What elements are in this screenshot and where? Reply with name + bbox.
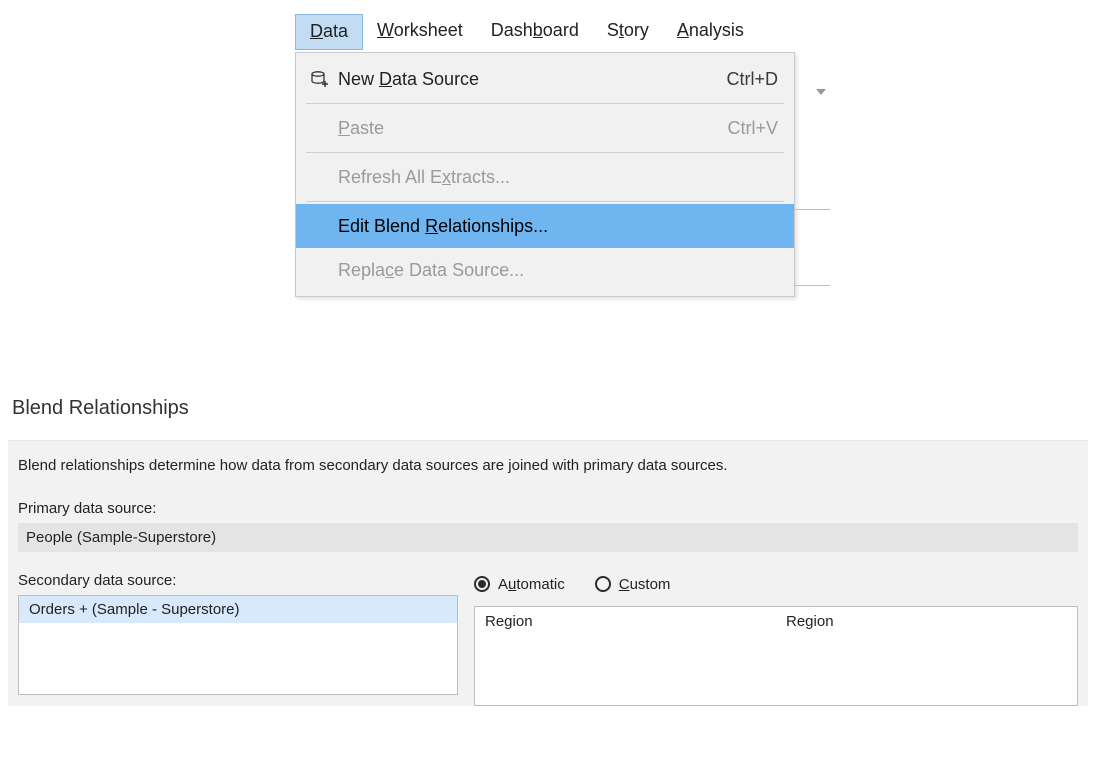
dropdown-side-arrow-icon xyxy=(816,89,826,95)
menu-item-label: Paste xyxy=(334,118,727,139)
primary-data-source-label: Primary data source: xyxy=(18,500,1078,517)
datasource-add-icon xyxy=(306,69,334,89)
menu-story[interactable]: Story xyxy=(593,14,663,50)
list-item[interactable]: Orders + (Sample - Superstore) xyxy=(19,596,457,623)
decorative-line xyxy=(794,285,830,286)
menu-item-edit-blend-relationships[interactable]: Edit Blend Relationships... xyxy=(296,204,794,248)
dialog-body: Blend relationships determine how data f… xyxy=(8,440,1088,706)
data-dropdown-menu: New Data Source Ctrl+D Paste Ctrl+V Refr… xyxy=(295,52,795,297)
menu-item-new-data-source[interactable]: New Data Source Ctrl+D xyxy=(296,57,794,101)
menu-item-label: New Data Source xyxy=(334,69,726,90)
menu-worksheet[interactable]: Worksheet xyxy=(363,14,477,50)
menu-dashboard[interactable]: Dashboard xyxy=(477,14,593,50)
menu-data[interactable]: Data xyxy=(295,14,363,50)
radio-checked-icon xyxy=(474,576,490,592)
blend-relationships-dialog: Blend Relationships Blend relationships … xyxy=(0,397,1096,706)
menu-item-shortcut: Ctrl+V xyxy=(727,118,778,139)
link-mode-radio-group: Automatic Custom xyxy=(474,572,1078,596)
link-right-field: Region xyxy=(776,607,1077,636)
radio-label: Automatic xyxy=(498,576,565,593)
menubar: Data Worksheet Dashboard Story Analysis xyxy=(295,14,835,50)
menu-separator xyxy=(306,201,784,202)
secondary-data-source-label: Secondary data source: xyxy=(18,572,458,589)
link-left-field: Region xyxy=(475,607,776,636)
dialog-title: Blend Relationships xyxy=(12,397,1088,420)
radio-automatic[interactable]: Automatic xyxy=(474,576,565,593)
link-fields-table[interactable]: Region Region xyxy=(474,606,1078,706)
dialog-description: Blend relationships determine how data f… xyxy=(18,457,1078,474)
menu-item-label: Replace Data Source... xyxy=(334,260,778,281)
secondary-data-source-listbox[interactable]: Orders + (Sample - Superstore) xyxy=(18,595,458,695)
radio-unchecked-icon xyxy=(595,576,611,592)
menu-separator xyxy=(306,103,784,104)
radio-custom[interactable]: Custom xyxy=(595,576,671,593)
menu-item-paste: Paste Ctrl+V xyxy=(296,106,794,150)
menu-separator xyxy=(306,152,784,153)
menu-item-shortcut: Ctrl+D xyxy=(726,69,778,90)
primary-data-source-value: People (Sample-Superstore) xyxy=(18,523,1078,552)
menu-item-label: Edit Blend Relationships... xyxy=(334,216,778,237)
menu-item-replace-data-source: Replace Data Source... xyxy=(296,248,794,292)
menu-item-refresh-extracts: Refresh All Extracts... xyxy=(296,155,794,199)
decorative-line xyxy=(794,209,830,210)
menu-analysis[interactable]: Analysis xyxy=(663,14,758,50)
menu-item-label: Refresh All Extracts... xyxy=(334,167,778,188)
radio-label: Custom xyxy=(619,576,671,593)
table-row[interactable]: Region Region xyxy=(475,607,1077,636)
menubar-container: Data Worksheet Dashboard Story Analysis xyxy=(295,14,835,297)
